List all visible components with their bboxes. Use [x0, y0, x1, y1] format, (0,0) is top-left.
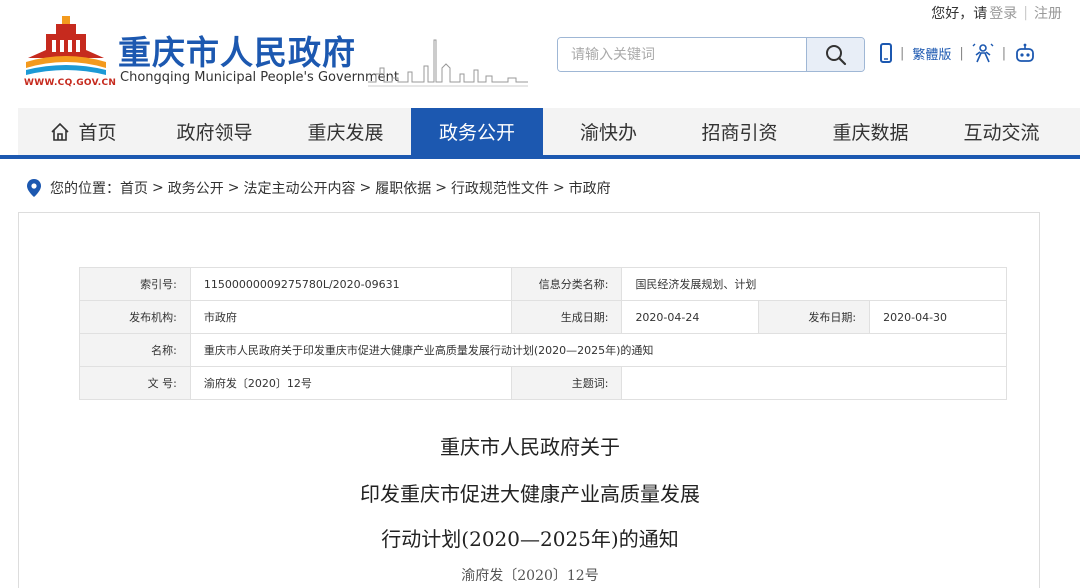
site-header: WWW.CQ.GOV.CN 重庆市人民政府 Chongqing Municipa… — [0, 0, 1080, 108]
nav-item-data[interactable]: 重庆数据 — [805, 108, 936, 155]
org-value: 市政府 — [189, 300, 512, 334]
robot-icon[interactable] — [1014, 43, 1036, 63]
created-date-label: 生成日期: — [510, 300, 623, 334]
main-nav: 首页 政府领导 重庆发展 政务公开 渝快办 招商引资 重庆数据 互动交流 — [18, 108, 1080, 155]
breadcrumb-item[interactable]: 市政府 — [569, 178, 611, 198]
search-input[interactable] — [558, 38, 808, 71]
published-date-value: 2020-04-30 — [869, 300, 1007, 334]
nav-item-interaction[interactable]: 互动交流 — [936, 108, 1067, 155]
name-value: 重庆市人民政府关于印发重庆市促进大健康产业高质量发展行动计划(2020—2025… — [189, 333, 1008, 367]
search-icon — [825, 44, 846, 65]
doc-number-label: 文 号: — [79, 366, 191, 400]
table-row: 文 号: 渝府发〔2020〕12号 主题词: — [79, 366, 1007, 400]
table-row: 名称: 重庆市人民政府关于印发重庆市促进大健康产业高质量发展行动计划(2020—… — [79, 333, 1008, 367]
document-title-line-1: 重庆市人民政府关于 — [440, 435, 620, 459]
nav-item-yukuaiban[interactable]: 渝快办 — [543, 108, 674, 155]
site-title[interactable]: 重庆市人民政府 — [118, 26, 356, 74]
home-icon — [51, 122, 70, 141]
breadcrumb-prefix: 您的位置： — [50, 181, 120, 197]
topic-value — [621, 366, 1007, 400]
nav-item-investment[interactable]: 招商引资 — [674, 108, 805, 155]
doc-number-value: 渝府发〔2020〕12号 — [189, 366, 512, 400]
breadcrumb-item[interactable]: 首页 — [120, 178, 148, 198]
divider: | — [959, 45, 964, 61]
elder-care-icon[interactable] — [972, 43, 994, 63]
nav-item-home[interactable]: 首页 — [18, 108, 149, 155]
index-value: 11500000009275780L/2020-09631 — [189, 267, 512, 301]
breadcrumb: 您的位置： 首页 > 政务公开 > 法定主动公开内容 > 履职依据 > 行政规范… — [26, 178, 611, 198]
header-tools: | 繁體版 | | — [880, 43, 1036, 63]
index-label: 索引号: — [79, 267, 191, 301]
divider: | — [900, 45, 905, 61]
name-label: 名称: — [79, 333, 191, 367]
nav-item-leaders[interactable]: 政府领导 — [149, 108, 280, 155]
nav-underline — [0, 155, 1080, 159]
document-title-line-3: 行动计划(2020—2025年)的通知 — [381, 527, 679, 551]
created-date-value: 2020-04-24 — [621, 300, 760, 334]
published-date-label: 发布日期: — [758, 300, 871, 334]
article-container: 索引号: 11500000009275780L/2020-09631 信息分类名… — [18, 212, 1040, 588]
breadcrumb-separator: > — [359, 180, 372, 196]
topic-label: 主题词: — [510, 366, 623, 400]
breadcrumb-item[interactable]: 履职依据 — [375, 178, 431, 198]
breadcrumb-separator: > — [435, 180, 447, 196]
breadcrumb-item[interactable]: 法定主动公开内容 — [243, 178, 355, 198]
site-subtitle: Chongqing Municipal People's Government — [120, 70, 400, 85]
table-row: 发布机构: 市政府 生成日期: 2020-04-24 发布日期: 2020-04… — [79, 300, 1007, 334]
table-row: 索引号: 11500000009275780L/2020-09631 信息分类名… — [79, 267, 1007, 301]
search-box — [557, 37, 865, 72]
breadcrumb-item[interactable]: 政务公开 — [168, 178, 224, 198]
breadcrumb-separator: > — [152, 180, 164, 196]
nav-item-development[interactable]: 重庆发展 — [280, 108, 411, 155]
logo-url-text: WWW.CQ.GOV.CN — [24, 78, 117, 88]
search-button[interactable] — [806, 38, 864, 71]
category-label: 信息分类名称: — [510, 267, 623, 301]
document-title-line-2: 印发重庆市促进大健康产业高质量发展 — [360, 482, 700, 506]
document-metadata-table: 索引号: 11500000009275780L/2020-09631 信息分类名… — [79, 267, 1008, 400]
breadcrumb-separator: > — [552, 180, 565, 196]
breadcrumb-separator: > — [227, 180, 240, 196]
nav-item-label: 首页 — [78, 122, 117, 144]
org-label: 发布机构: — [79, 300, 191, 334]
document-number: 渝府发〔2020〕12号 — [461, 568, 599, 584]
skyline-illustration — [368, 39, 528, 87]
location-pin-icon — [27, 179, 41, 197]
divider: | — [1001, 45, 1007, 61]
mobile-icon[interactable] — [880, 43, 892, 63]
nav-item-government-affairs[interactable]: 政务公开 — [411, 108, 543, 155]
category-value: 国民经济发展规划、计划 — [621, 267, 1007, 301]
breadcrumb-item[interactable]: 行政规范性文件 — [451, 178, 549, 198]
traditional-chinese-link[interactable]: 繁體版 — [912, 44, 951, 63]
